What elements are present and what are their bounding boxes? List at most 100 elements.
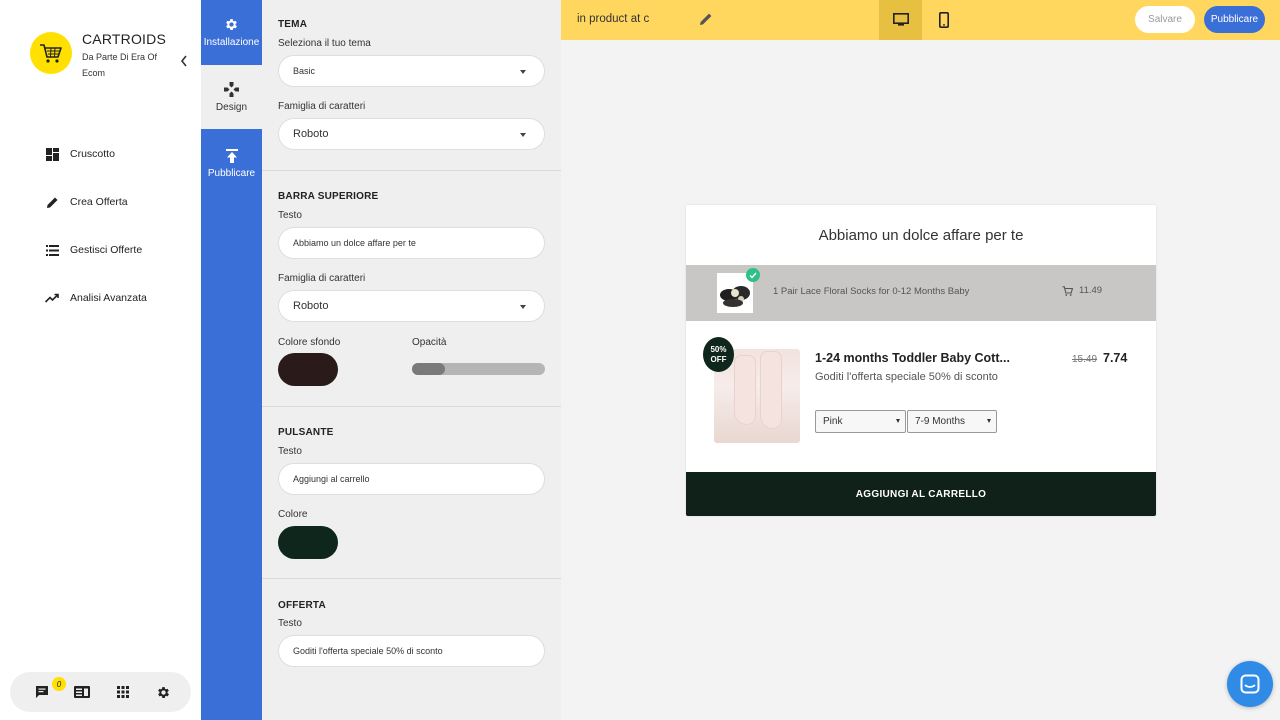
opacity-slider[interactable] xyxy=(412,363,545,375)
theme-font-select[interactable]: Roboto xyxy=(278,118,545,150)
size-option-select[interactable]: 7-9 Months xyxy=(907,410,997,433)
discount-badge-off: OFF xyxy=(710,354,727,364)
cart-item-row: 1 Pair Lace Floral Socks for 0-12 Months… xyxy=(686,265,1156,321)
caret-down-icon xyxy=(987,419,991,423)
topbar-font-label: Famiglia di caratteri xyxy=(278,273,366,284)
offer-text-value: Goditi l'offerta speciale 50% di sconto xyxy=(293,646,443,656)
topbar-text-label: Testo xyxy=(278,210,302,221)
tab-installazione[interactable]: Installazione xyxy=(201,0,262,64)
offer-preview-card: Abbiamo un dolce affare per te 1 Pair La… xyxy=(686,205,1156,516)
discount-badge-percent: 50% xyxy=(710,344,727,354)
upload-icon xyxy=(225,148,238,164)
section-title-barra-superiore: BARRA SUPERIORE xyxy=(278,191,379,202)
bg-color-swatch[interactable] xyxy=(278,353,338,386)
divider xyxy=(262,578,561,579)
gear-icon[interactable] xyxy=(155,684,171,700)
mobile-icon xyxy=(938,12,949,28)
desktop-view-button[interactable] xyxy=(879,0,922,40)
topbar-font-select[interactable]: Roboto xyxy=(278,290,545,322)
chat-bubble-icon xyxy=(1240,674,1260,694)
topbar-text-input[interactable]: Abbiamo un dolce affare per te xyxy=(278,227,545,259)
chat-icon[interactable] xyxy=(34,684,50,700)
sidebar-item-analisi-avanzata[interactable]: Analisi Avanzata xyxy=(45,274,147,322)
tab-label: Design xyxy=(215,101,248,113)
settings-tab-rail: Installazione Design Pubblicare xyxy=(201,0,262,720)
offer-subtitle: Goditi l'offerta speciale 50% di sconto xyxy=(815,371,998,383)
news-icon[interactable] xyxy=(74,684,90,700)
offer-product-title: 1-24 months Toddler Baby Cott... xyxy=(815,351,1010,365)
chevron-left-icon xyxy=(180,55,187,67)
sidebar-item-label: Crea Offerta xyxy=(70,196,128,208)
chat-count-badge: 0 xyxy=(52,677,66,691)
theme-font-select-value: Roboto xyxy=(293,128,329,140)
discount-badge: 50% OFF xyxy=(703,337,734,372)
color-option-select[interactable]: Pink xyxy=(815,410,906,433)
cart-item-name: 1 Pair Lace Floral Socks for 0-12 Months… xyxy=(773,286,970,297)
button-color-swatch[interactable] xyxy=(278,526,338,559)
tab-design[interactable]: Design xyxy=(201,65,262,129)
trending-up-icon xyxy=(45,291,59,305)
caret-down-icon xyxy=(520,133,526,137)
new-price: 7.74 xyxy=(1103,351,1128,365)
pencil-icon xyxy=(45,195,59,209)
desktop-icon xyxy=(892,13,909,26)
topbar-font-select-value: Roboto xyxy=(293,300,329,312)
publish-button[interactable]: Pubblicare xyxy=(1204,6,1265,33)
opacity-slider-fill xyxy=(412,363,446,375)
sidebar-nav: Cruscotto Crea Offerta Gestisci Offerte … xyxy=(45,130,147,322)
button-text-label: Testo xyxy=(278,446,302,457)
brand-logo xyxy=(30,32,72,74)
editor-topbar: in product at c Salvare Pubblicare xyxy=(561,0,1280,40)
button-text-value: Aggiungi al carrello xyxy=(293,474,370,484)
bg-color-label: Colore sfondo xyxy=(278,337,341,348)
brand-subtitle: Da Parte Di Era Of Ecom xyxy=(82,52,158,78)
collapse-sidebar-button[interactable] xyxy=(178,54,190,68)
list-icon xyxy=(45,243,59,257)
edit-name-button[interactable] xyxy=(699,12,713,26)
apps-grid-icon[interactable] xyxy=(115,684,131,700)
bottom-toolbar: 0 xyxy=(10,672,191,712)
offer-text-input[interactable]: Goditi l'offerta speciale 50% di sconto xyxy=(278,635,545,667)
button-color-label: Colore xyxy=(278,509,308,520)
save-button[interactable]: Salvare xyxy=(1135,6,1195,33)
divider xyxy=(262,406,561,407)
caret-down-icon xyxy=(896,419,900,423)
tab-label: Pubblicare xyxy=(207,167,256,179)
shopping-cart-icon xyxy=(40,44,62,63)
divider xyxy=(262,170,561,171)
sidebar-item-cruscotto[interactable]: Cruscotto xyxy=(45,130,147,178)
check-icon xyxy=(746,268,760,282)
button-text-input[interactable]: Aggiungi al carrello xyxy=(278,463,545,495)
sidebar-item-gestisci-offerte[interactable]: Gestisci Offerte xyxy=(45,226,147,274)
theme-select[interactable]: Basic xyxy=(278,55,545,87)
caret-down-icon xyxy=(520,305,526,309)
sidebar-item-label: Analisi Avanzata xyxy=(70,292,147,304)
brand-title: CARTROIDS xyxy=(82,31,166,47)
cart-icon xyxy=(1062,285,1073,296)
caret-down-icon xyxy=(520,70,526,74)
theme-select-value: Basic xyxy=(293,66,316,76)
brand: CARTROIDS Da Parte Di Era Of Ecom xyxy=(30,31,166,81)
cart-item-price: 11.49 xyxy=(1079,285,1103,296)
sidebar: CARTROIDS Da Parte Di Era Of Ecom Crusco… xyxy=(0,0,201,720)
old-price: 15.49 xyxy=(1072,354,1098,365)
offer-name[interactable]: in product at c xyxy=(577,13,649,25)
color-option-value: Pink xyxy=(823,416,843,427)
tab-pubblicare[interactable]: Pubblicare xyxy=(201,131,262,195)
offer-item: 50% OFF 1-24 months Toddler Baby Cott...… xyxy=(686,321,1156,472)
mobile-view-button[interactable] xyxy=(922,0,965,40)
pencil-icon xyxy=(700,13,712,25)
section-title-tema: TEMA xyxy=(278,19,308,30)
size-option-value: 7-9 Months xyxy=(915,416,966,427)
gear-icon xyxy=(224,17,239,33)
sidebar-item-label: Cruscotto xyxy=(70,148,115,160)
add-to-cart-button[interactable]: AGGIUNGI AL CARRELLO xyxy=(686,472,1156,516)
section-title-offerta: OFFERTA xyxy=(278,600,326,611)
offer-text-label: Testo xyxy=(278,618,302,629)
preview-header: Abbiamo un dolce affare per te xyxy=(818,226,1024,244)
theme-label: Seleziona il tuo tema xyxy=(278,38,371,49)
sidebar-item-crea-offerta[interactable]: Crea Offerta xyxy=(45,178,147,226)
opacity-label: Opacità xyxy=(412,337,447,348)
dashboard-icon xyxy=(45,147,59,161)
support-chat-button[interactable] xyxy=(1227,661,1273,707)
